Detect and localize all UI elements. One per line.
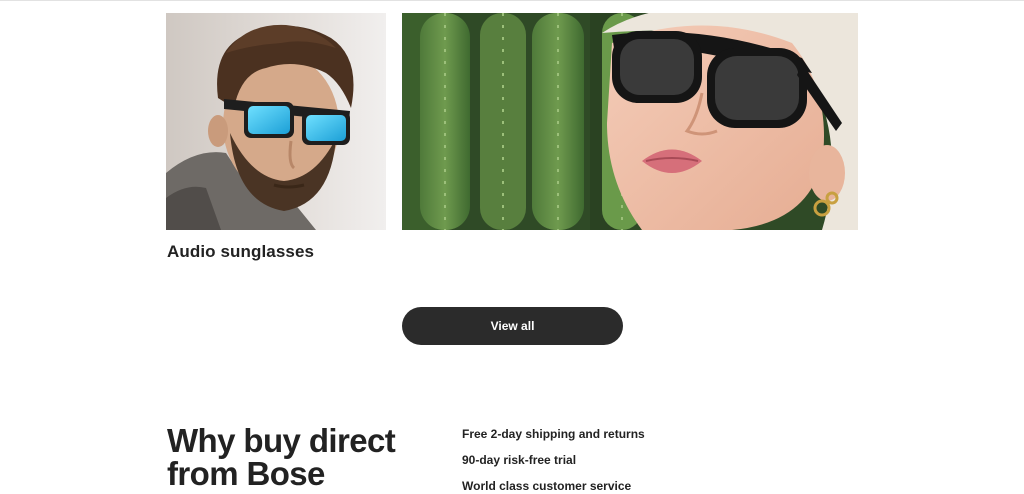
audio-sunglasses-woman-image[interactable] <box>402 13 858 230</box>
view-all-button[interactable]: View all <box>402 307 623 345</box>
audio-sunglasses-man-image[interactable] <box>166 13 386 230</box>
man-photo-illustration <box>166 13 386 230</box>
woman-photo-illustration <box>402 13 858 230</box>
benefit-item: 90-day risk-free trial <box>462 453 577 467</box>
product-caption[interactable]: Audio sunglasses <box>167 242 314 262</box>
header-divider <box>0 0 1024 1</box>
benefit-item: World class customer service <box>462 479 632 493</box>
benefits-list: Free 2-day shipping and returns 90-day r… <box>462 426 645 494</box>
why-buy-title: Why buy direct from Bose <box>167 422 396 492</box>
benefit-item: Free 2-day shipping and returns <box>462 427 645 441</box>
